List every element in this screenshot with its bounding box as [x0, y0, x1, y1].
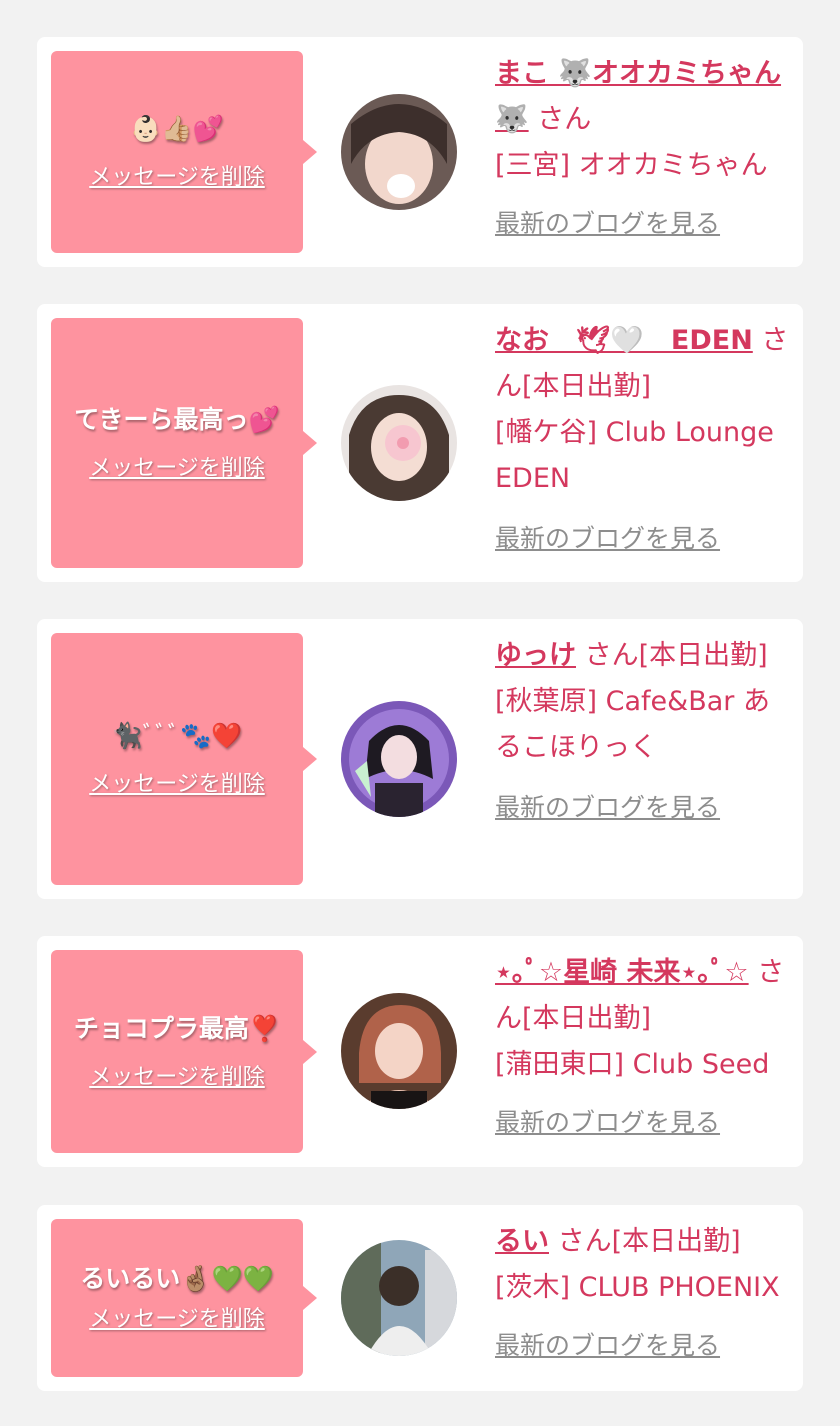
cast-info: るい さん[本日出勤] [茨木] CLUB PHOENIX 最新のブログを見る	[495, 1219, 795, 1369]
favorite-card: 👶🏻👍🏼💕 メッセージを削除 まこ 🐺オオカミちゃん🐺 さん [三宮] オオカミ…	[37, 37, 803, 267]
delete-message-link[interactable]: メッセージを削除	[89, 1306, 265, 1334]
favorite-card: るいるい🤞🏽💚💚 メッセージを削除 るい さん[本日出勤] [茨木] CLUB …	[37, 1205, 803, 1391]
delete-message-link[interactable]: メッセージを削除	[89, 455, 265, 483]
message-bubble: 🐈‍⬛ﾞﾞﾞ🐾❤️ メッセージを削除	[51, 633, 317, 885]
latest-blog-link[interactable]: 最新のブログを見る	[495, 201, 720, 247]
message-emoji: 💕	[248, 405, 280, 434]
cast-name-link[interactable]: るい	[495, 1226, 549, 1257]
message-text: るいるい🤞🏽💚💚	[80, 1264, 274, 1293]
message-text: 👶🏻👍🏼💕	[130, 112, 223, 146]
honorific: さん[本日出勤]	[584, 640, 768, 671]
shop-name: [三宮] オオカミちゃん	[495, 150, 768, 181]
favorite-card: 🐈‍⬛ﾞﾞﾞ🐾❤️ メッセージを削除 ゆっけ さん[本日出勤] [秋葉原] Ca…	[37, 619, 803, 899]
message-bubble: チョコプラ最高❣️ メッセージを削除	[51, 950, 317, 1153]
favorite-card: チョコプラ最高❣️ メッセージを削除 ⋆｡ﾟ☆星崎 未来⋆｡ﾟ☆ さん[本日出勤…	[37, 936, 803, 1167]
shop-name: [蒲田東口] Club Seed	[495, 1049, 770, 1080]
message-bubble: るいるい🤞🏽💚💚 メッセージを削除	[51, 1219, 317, 1377]
message-text: てきーら最高っ💕	[74, 405, 280, 434]
avatar[interactable]	[341, 701, 457, 817]
message-text: チョコプラ最高❣️	[73, 1013, 281, 1043]
delete-message-link[interactable]: メッセージを削除	[89, 771, 265, 799]
cast-info: まこ 🐺オオカミちゃん🐺 さん [三宮] オオカミちゃん 最新のブログを見る	[495, 51, 791, 247]
shop-name: [茨木] CLUB PHOENIX	[495, 1272, 780, 1303]
latest-blog-link[interactable]: 最新のブログを見る	[495, 516, 720, 562]
shop-name: [秋葉原] Cafe&Bar あるこほりっく	[495, 686, 770, 763]
message-emoji: 👶🏻👍🏼💕	[130, 114, 224, 143]
avatar[interactable]	[341, 1240, 457, 1356]
honorific: さん[本日出勤]	[557, 1226, 741, 1257]
cast-name-link[interactable]: ⋆｡ﾟ☆星崎 未来⋆｡ﾟ☆	[495, 957, 749, 988]
message-bubble: 👶🏻👍🏼💕 メッセージを削除	[51, 51, 317, 253]
latest-blog-link[interactable]: 最新のブログを見る	[495, 1323, 720, 1369]
delete-message-link[interactable]: メッセージを削除	[89, 164, 265, 192]
cast-info: ⋆｡ﾟ☆星崎 未来⋆｡ﾟ☆ さん[本日出勤] [蒲田東口] Club Seed …	[495, 950, 791, 1146]
cast-info: ゆっけ さん[本日出勤] [秋葉原] Cafe&Bar あるこほりっく 最新のブ…	[495, 633, 791, 831]
latest-blog-link[interactable]: 最新のブログを見る	[495, 785, 720, 831]
message-bubble: てきーら最高っ💕 メッセージを削除	[51, 318, 317, 568]
shop-name: [幡ケ谷] Club Lounge EDEN	[495, 417, 774, 494]
honorific: さん	[537, 104, 592, 135]
message-text: 🐈‍⬛ﾞﾞﾞ🐾❤️	[112, 719, 243, 753]
avatar[interactable]	[341, 94, 457, 210]
cast-name-link[interactable]: なお 🕊🤍 EDEN	[495, 325, 753, 356]
message-emoji: 🤞🏽💚💚	[180, 1264, 274, 1293]
delete-message-link[interactable]: メッセージを削除	[89, 1064, 265, 1092]
avatar[interactable]	[341, 385, 457, 501]
cast-info: なお 🕊🤍 EDEN さん[本日出勤] [幡ケ谷] Club Lounge ED…	[495, 318, 791, 562]
avatar[interactable]	[341, 993, 457, 1109]
latest-blog-link[interactable]: 最新のブログを見る	[495, 1100, 720, 1146]
message-emoji: ❣️	[248, 1013, 281, 1043]
favorite-card: てきーら最高っ💕 メッセージを削除 なお 🕊🤍 EDEN さん[本日出勤] [幡…	[37, 304, 803, 582]
cast-name-link[interactable]: ゆっけ	[495, 640, 576, 671]
message-emoji: 🐈‍⬛ﾞﾞﾞ🐾❤️	[111, 721, 243, 750]
